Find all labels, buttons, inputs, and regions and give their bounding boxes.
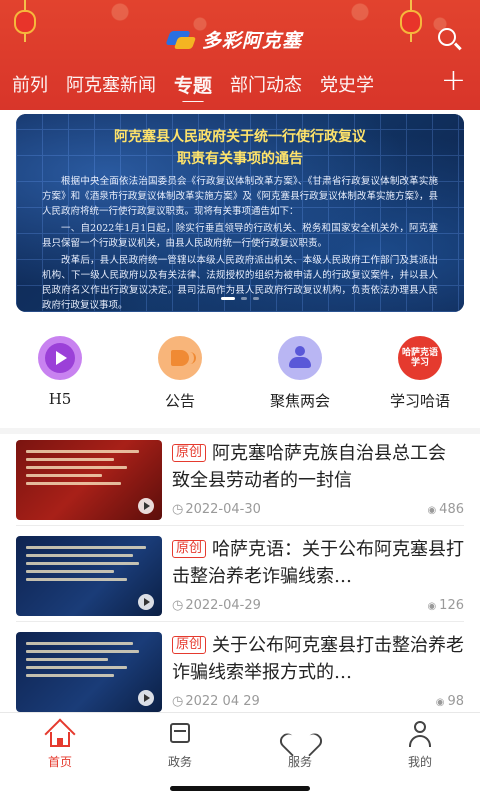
app-logo: 多彩阿克塞 <box>168 26 302 53</box>
news-views: 98 <box>436 694 464 709</box>
video-play-icon <box>138 498 154 514</box>
news-item[interactable]: 原创阿克塞哈萨克族自治县总工会 致全县劳动者的一封信 2022-04-30 48… <box>16 440 464 536</box>
news-meta: 2022 04 29 98 <box>172 694 464 709</box>
app-header: 多彩阿克塞 前列 阿克塞新闻 专题 部门动态 党史学 + <box>0 0 480 110</box>
banner-text: 根据中央全面依法治国委员会《行政复议体制改革方案》、《甘肃省行政复议体制改革实施… <box>42 176 438 311</box>
tab-special-topic[interactable]: 专题 <box>174 71 212 102</box>
home-indicator[interactable] <box>170 786 310 791</box>
tab-akesai-news[interactable]: 阿克塞新闻 <box>66 71 156 97</box>
list-divider <box>16 621 464 622</box>
original-tag: 原创 <box>172 636 207 654</box>
meeting-person-icon <box>278 336 322 380</box>
lantern-icon <box>14 0 36 42</box>
tab-qianlie[interactable]: 前列 <box>12 71 48 97</box>
news-views: 126 <box>427 598 464 613</box>
quick-item-h5[interactable]: H5 <box>0 336 120 416</box>
add-channel-button[interactable]: + <box>441 66 466 96</box>
tab-party-history[interactable]: 党史学 <box>320 71 374 97</box>
news-date: 2022 04 29 <box>172 694 259 709</box>
list-divider <box>16 525 464 526</box>
tab-department-news[interactable]: 部门动态 <box>230 71 302 97</box>
banner-title: 阿克塞县人民政府关于统一行使行政复议 职责有关事项的通告 <box>114 129 366 167</box>
user-icon <box>405 719 435 749</box>
nav-home[interactable]: 首页 <box>0 713 120 800</box>
quick-item-label: H5 <box>48 390 72 408</box>
nav-label: 首页 <box>47 755 72 769</box>
news-title: 原创 关于公布阿克塞县打击整治养老诈骗线索举报方式的… <box>172 635 464 683</box>
news-thumbnail <box>16 440 162 520</box>
quick-item-label: 学习哈语 <box>389 392 450 410</box>
quick-item-learn-kazakh[interactable]: 哈萨克语学习 学习哈语 <box>360 336 480 416</box>
government-cube-icon <box>165 719 195 749</box>
original-tag: 原创 <box>172 540 207 558</box>
news-meta: 2022-04-29 126 <box>172 598 464 613</box>
quick-item-label: 公告 <box>164 392 195 410</box>
quick-item-announcement[interactable]: 公告 <box>120 336 240 416</box>
logo-mark-icon <box>168 29 196 51</box>
carousel-indicator <box>16 297 464 300</box>
channel-tabs: 前列 阿克塞新闻 专题 部门动态 党史学 <box>0 66 440 102</box>
news-views: 486 <box>427 502 464 517</box>
carousel-dot[interactable] <box>253 297 259 300</box>
news-meta: 2022-04-30 486 <box>172 502 464 517</box>
quick-item-two-sessions[interactable]: 聚焦两会 <box>240 336 360 416</box>
section-separator <box>0 428 480 434</box>
nav-label: 政务 <box>167 755 192 769</box>
quick-menu: H5 公告 聚焦两会 哈萨克语学习 学习哈语 <box>0 336 480 416</box>
lantern-icon <box>400 0 422 42</box>
nav-label: 我的 <box>407 755 432 769</box>
logo-text: 多彩阿克塞 <box>202 30 303 52</box>
video-play-icon <box>138 594 154 610</box>
banner-carousel[interactable]: 阿克塞县人民政府关于统一行使行政复议 职责有关事项的通告 根据中央全面依法治国委… <box>16 114 464 312</box>
news-item[interactable]: 原创哈萨克语：关于公布阿克塞县打击整治养老诈骗线索… 2022-04-29 12… <box>16 536 464 632</box>
news-thumbnail <box>16 632 162 712</box>
news-date: 2022-04-29 <box>172 598 261 613</box>
search-button[interactable] <box>436 26 462 52</box>
news-title: 原创 阿克塞哈萨克族自治县总工会 致全县劳动者的一封信 <box>172 443 447 491</box>
quick-item-label: 聚焦两会 <box>269 392 330 410</box>
home-icon <box>45 719 75 749</box>
heart-icon <box>285 719 315 749</box>
news-date: 2022-04-30 <box>172 502 261 517</box>
carousel-dot[interactable] <box>241 297 247 300</box>
play-icon <box>38 336 82 380</box>
original-tag: 原创 <box>172 444 207 462</box>
news-title: 原创 哈萨克语：关于公布阿克塞县打击整治养老诈骗线索… <box>172 539 464 587</box>
megaphone-icon <box>158 336 202 380</box>
study-badge-icon: 哈萨克语学习 <box>398 336 442 380</box>
nav-profile[interactable]: 我的 <box>360 713 480 800</box>
news-thumbnail <box>16 536 162 616</box>
video-play-icon <box>138 690 154 706</box>
carousel-dot[interactable] <box>221 297 235 300</box>
